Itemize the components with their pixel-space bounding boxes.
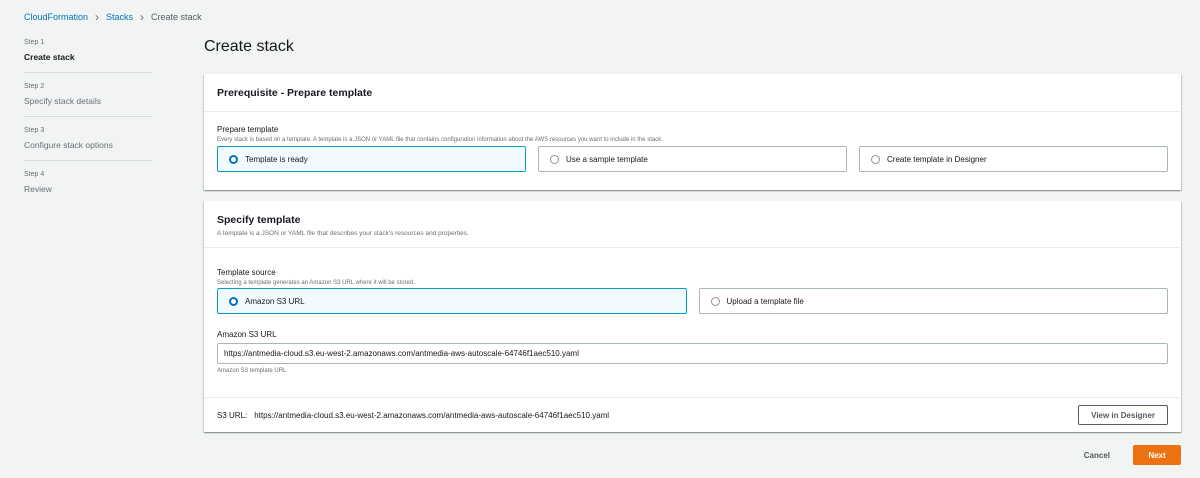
prepare-template-options: Template is ready Use a sample template … [217, 146, 1168, 172]
prerequisite-panel: Prerequisite - Prepare template Prepare … [204, 74, 1181, 190]
step-label: Review [24, 184, 52, 194]
field-label: Template source [217, 268, 276, 277]
radio-icon [871, 154, 880, 164]
panel-title: Specify template [217, 214, 301, 226]
step-label: Configure stack options [24, 140, 113, 150]
option-label: Template is ready [245, 154, 308, 164]
breadcrumb-stacks[interactable]: Stacks [106, 12, 133, 22]
option-label: Amazon S3 URL [245, 296, 305, 306]
s3-url-row: S3 URL: https://antmedia-cloud.s3.eu-wes… [204, 397, 1181, 432]
option-template-ready[interactable]: Template is ready [217, 146, 526, 172]
radio-checked-icon [229, 296, 238, 306]
option-label: Upload a template file [726, 296, 804, 306]
radio-checked-icon [229, 154, 238, 164]
cancel-button[interactable]: Cancel [1078, 450, 1116, 461]
panel-header: Prerequisite - Prepare template [204, 74, 1181, 112]
s3-url-value: https://antmedia-cloud.s3.eu-west-2.amaz… [254, 410, 610, 420]
field-label: Prepare template [217, 125, 279, 134]
breadcrumb: CloudFormation › Stacks › Create stack [24, 11, 202, 23]
field-label: Amazon S3 URL [217, 330, 277, 339]
step-label: Create stack [24, 52, 75, 62]
step-4: Step 4 Review [24, 170, 152, 204]
form-actions: Cancel Next [1078, 445, 1181, 465]
panel-body: Prepare template Every stack is based on… [204, 112, 1181, 172]
page-title: Create stack [204, 38, 294, 55]
panel-description: A template is a JSON or YAML file that d… [217, 230, 469, 237]
option-label: Create template in Designer [887, 154, 987, 164]
field-description: Selecting a template generates an Amazon… [217, 280, 415, 286]
step-3: Step 3 Configure stack options [24, 126, 152, 161]
s3-url-input[interactable] [217, 343, 1168, 364]
step-number: Step 3 [24, 127, 45, 134]
option-upload-template-file[interactable]: Upload a template file [698, 288, 1168, 314]
panel-header: Specify template A template is a JSON or… [204, 201, 1181, 248]
option-sample-template[interactable]: Use a sample template [538, 146, 847, 172]
chevron-right-icon: › [140, 10, 145, 24]
option-label: Use a sample template [566, 154, 648, 164]
step-label: Specify stack details [24, 96, 102, 106]
step-1: Step 1 Create stack [24, 38, 152, 73]
step-number: Step 1 [24, 39, 45, 46]
step-number: Step 2 [24, 83, 45, 90]
panel-title: Prerequisite - Prepare template [217, 87, 373, 99]
step-2: Step 2 Specify stack details [24, 82, 152, 117]
view-in-designer-button[interactable]: View in Designer [1078, 405, 1168, 425]
radio-icon [550, 154, 559, 164]
chevron-right-icon: › [95, 10, 100, 24]
field-description: Every stack is based on a template. A te… [217, 137, 663, 143]
wizard-steps: Step 1 Create stack Step 2 Specify stack… [24, 38, 152, 213]
next-button[interactable]: Next [1133, 445, 1181, 465]
specify-template-panel: Specify template A template is a JSON or… [204, 201, 1181, 432]
breadcrumb-cloudformation[interactable]: CloudFormation [24, 12, 88, 22]
option-create-in-designer[interactable]: Create template in Designer [859, 146, 1168, 172]
s3-url-label: S3 URL: [217, 410, 248, 420]
option-amazon-s3-url[interactable]: Amazon S3 URL [217, 288, 687, 314]
radio-icon [710, 296, 720, 306]
field-description: Amazon S3 template URL [217, 368, 287, 374]
step-number: Step 4 [24, 171, 45, 178]
breadcrumb-current: Create stack [151, 12, 202, 22]
panel-body: Template source Selecting a template gen… [204, 248, 1181, 374]
template-source-options: Amazon S3 URL Upload a template file [217, 288, 1168, 314]
